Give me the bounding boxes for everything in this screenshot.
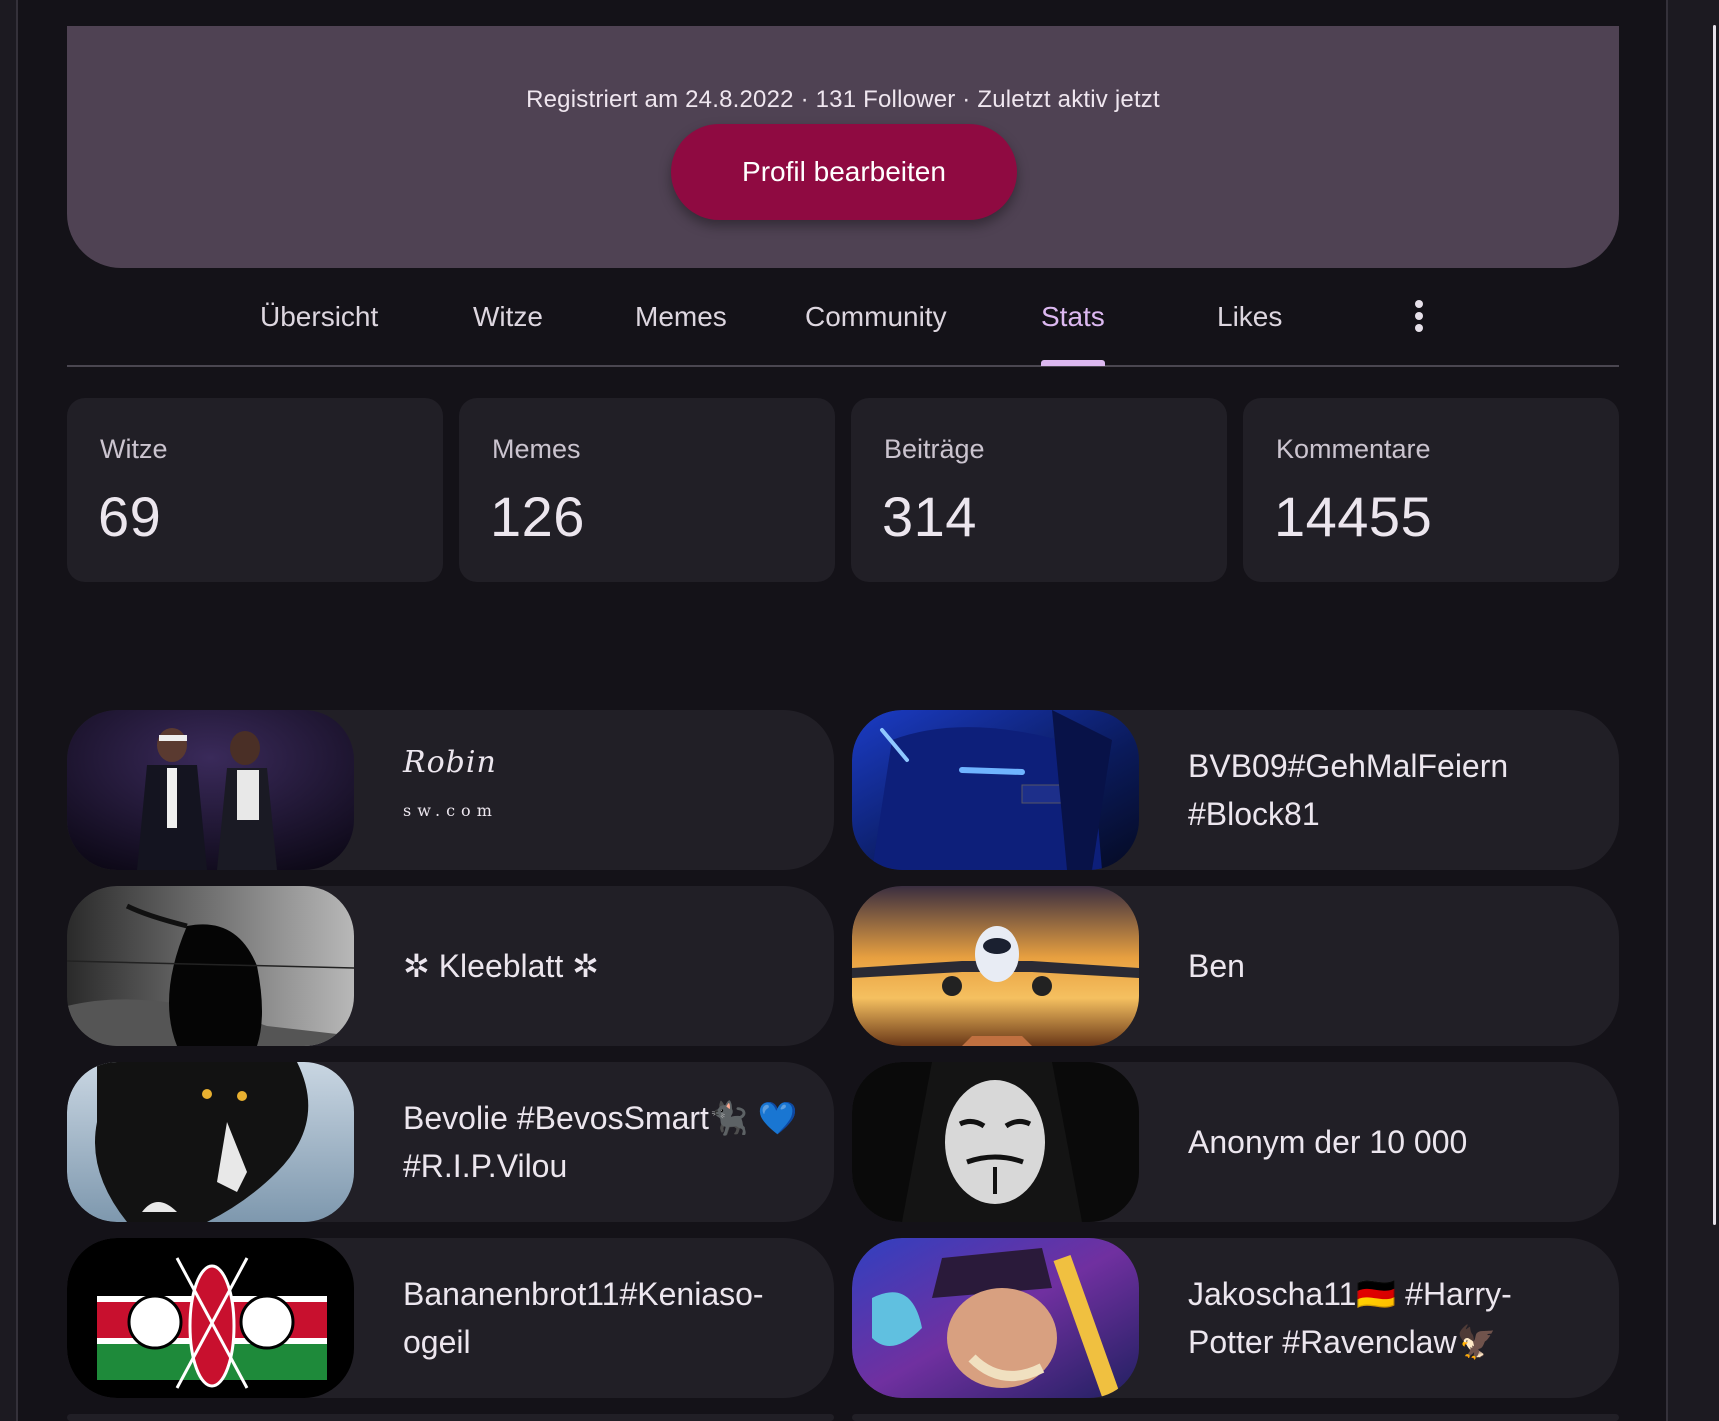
user-name: Jakoscha11🇩🇪 #Harry-Potter #Ravenclaw🦅 bbox=[1188, 1276, 1512, 1360]
stat-label: Beiträge bbox=[884, 434, 985, 464]
stat-value: 314 bbox=[882, 485, 977, 548]
profile-meta: Registriert am 24.8.2022 · 131 Follower … bbox=[526, 86, 1160, 113]
stat-label: Kommentare bbox=[1276, 434, 1431, 464]
stat-tile-comments: Kommentare 14455 bbox=[1243, 398, 1619, 582]
user-name: Anonym der 10 000 bbox=[1188, 1124, 1468, 1160]
tab-overview[interactable]: Übersicht bbox=[260, 268, 378, 365]
stat-tile-memes: Memes 126 bbox=[459, 398, 835, 582]
user-name: ✲ Kleeblatt ✲ bbox=[403, 948, 599, 984]
active-tab-indicator bbox=[1041, 360, 1105, 366]
tab-stats-label: Stats bbox=[1041, 301, 1105, 332]
avatar bbox=[67, 886, 354, 1046]
more-vertical-icon[interactable] bbox=[1404, 298, 1434, 334]
avatar bbox=[67, 1062, 354, 1222]
avatar bbox=[852, 710, 1139, 870]
user-card[interactable]: Robin sw.com bbox=[67, 710, 834, 870]
user-card[interactable]: Anonym der 10 000 bbox=[852, 1062, 1619, 1222]
user-name: Robin sw.com bbox=[403, 744, 498, 820]
tab-likes[interactable]: Likes bbox=[1217, 268, 1282, 365]
tab-jokes[interactable]: Witze bbox=[473, 268, 543, 365]
stat-value: 69 bbox=[98, 485, 162, 548]
user-card[interactable]: Bevolie #BevosSmart🐈‍⬛ 💙 #R.I.P.Vilou bbox=[67, 1062, 834, 1222]
stat-label: Witze bbox=[100, 434, 168, 464]
avatar bbox=[67, 710, 354, 870]
avatar bbox=[852, 886, 1139, 1046]
avatar bbox=[852, 1062, 1139, 1222]
user-card[interactable]: Ben bbox=[852, 886, 1619, 1046]
avatar bbox=[852, 1238, 1139, 1398]
scrollbar[interactable] bbox=[1713, 25, 1716, 1225]
user-card[interactable] bbox=[852, 1414, 1619, 1421]
avatar bbox=[67, 1238, 354, 1398]
user-card[interactable]: BVB09#GehMalFeiern #Block81 bbox=[852, 710, 1619, 870]
user-card[interactable] bbox=[67, 1414, 834, 1421]
stat-label: Memes bbox=[492, 434, 581, 464]
profile-header: Registriert am 24.8.2022 · 131 Follower … bbox=[67, 26, 1619, 268]
tab-community[interactable]: Community bbox=[805, 268, 947, 365]
user-card[interactable]: ✲ Kleeblatt ✲ bbox=[67, 886, 834, 1046]
user-name: Bevolie #BevosSmart🐈‍⬛ 💙 #R.I.P.Vilou bbox=[403, 1100, 798, 1184]
user-card[interactable]: Bananenbrot11#Keniaso-ogeil bbox=[67, 1238, 834, 1398]
stat-value: 126 bbox=[490, 485, 585, 548]
user-name: Ben bbox=[1188, 948, 1245, 984]
edit-profile-button[interactable]: Profil bearbeiten bbox=[671, 124, 1017, 220]
tab-stats[interactable]: Stats bbox=[1041, 268, 1105, 366]
user-name: BVB09#GehMalFeiern #Block81 bbox=[1188, 748, 1509, 832]
tab-memes[interactable]: Memes bbox=[635, 268, 727, 365]
user-card[interactable]: Jakoscha11🇩🇪 #Harry-Potter #Ravenclaw🦅 bbox=[852, 1238, 1619, 1398]
user-name: Bananenbrot11#Keniaso-ogeil bbox=[403, 1276, 764, 1360]
stat-tile-jokes: Witze 69 bbox=[67, 398, 443, 582]
profile-tabs: Übersicht Witze Memes Community Stats Li… bbox=[67, 268, 1619, 367]
stat-value: 14455 bbox=[1274, 485, 1433, 548]
stat-tile-posts: Beiträge 314 bbox=[851, 398, 1227, 582]
